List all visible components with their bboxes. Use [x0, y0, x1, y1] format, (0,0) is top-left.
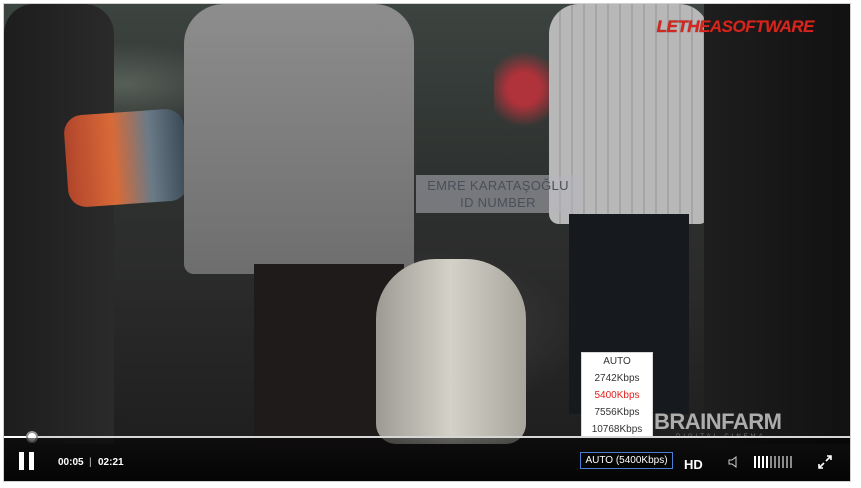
video-gas-tank: [376, 259, 526, 444]
video-person-far-right: [704, 4, 850, 444]
quality-option-7556[interactable]: 7556Kbps: [582, 404, 652, 421]
pause-icon[interactable]: [18, 452, 36, 470]
time-separator: |: [89, 457, 92, 468]
volume-bar-segment[interactable]: [774, 456, 776, 468]
quality-menu: AUTO 2742Kbps 5400Kbps 7556Kbps 10768Kbp…: [581, 352, 653, 438]
brainfarm-logo: BRAINFARM: [654, 409, 782, 434]
quality-button[interactable]: AUTO (5400Kbps): [580, 452, 673, 469]
volume-bar-segment[interactable]: [758, 456, 760, 468]
volume-bar-segment[interactable]: [782, 456, 784, 468]
watermark-id: ID NUMBER: [460, 195, 536, 210]
duration: 02:21: [98, 457, 124, 468]
volume-slider[interactable]: [754, 456, 794, 468]
quality-option-2742[interactable]: 2742Kbps: [582, 370, 652, 387]
volume-bar-segment[interactable]: [762, 456, 764, 468]
current-time: 00:05: [58, 457, 84, 468]
expand-icon[interactable]: [817, 454, 833, 470]
video-person-center: [184, 4, 414, 274]
volume-bar-segment[interactable]: [770, 456, 772, 468]
quality-option-auto[interactable]: AUTO: [582, 353, 652, 370]
volume-bar-segment[interactable]: [754, 456, 756, 468]
user-watermark: EMRE KARATAŞOĞLU ID NUMBER: [416, 175, 580, 213]
quality-option-5400[interactable]: 5400Kbps: [582, 387, 652, 404]
video-person-left: [4, 4, 114, 444]
lethea-software-logo: LETHEASOFTWARE: [656, 17, 815, 36]
volume-bar-segment[interactable]: [766, 456, 768, 468]
watermark-name: EMRE KARATAŞOĞLU: [427, 178, 569, 193]
speaker-icon[interactable]: [728, 455, 742, 469]
video-player[interactable]: LETHEASOFTWARE EMRE KARATAŞOĞLU ID NUMBE…: [3, 3, 851, 482]
control-bar: 00:05 | 02:21 AUTO (5400Kbps) HD: [4, 438, 850, 481]
volume-bar-segment[interactable]: [790, 456, 792, 468]
video-flowers: [494, 44, 554, 134]
volume-bar-segment[interactable]: [786, 456, 788, 468]
volume-bar-segment[interactable]: [778, 456, 780, 468]
video-skateboard: [62, 107, 190, 209]
hd-toggle[interactable]: HD: [684, 457, 703, 472]
